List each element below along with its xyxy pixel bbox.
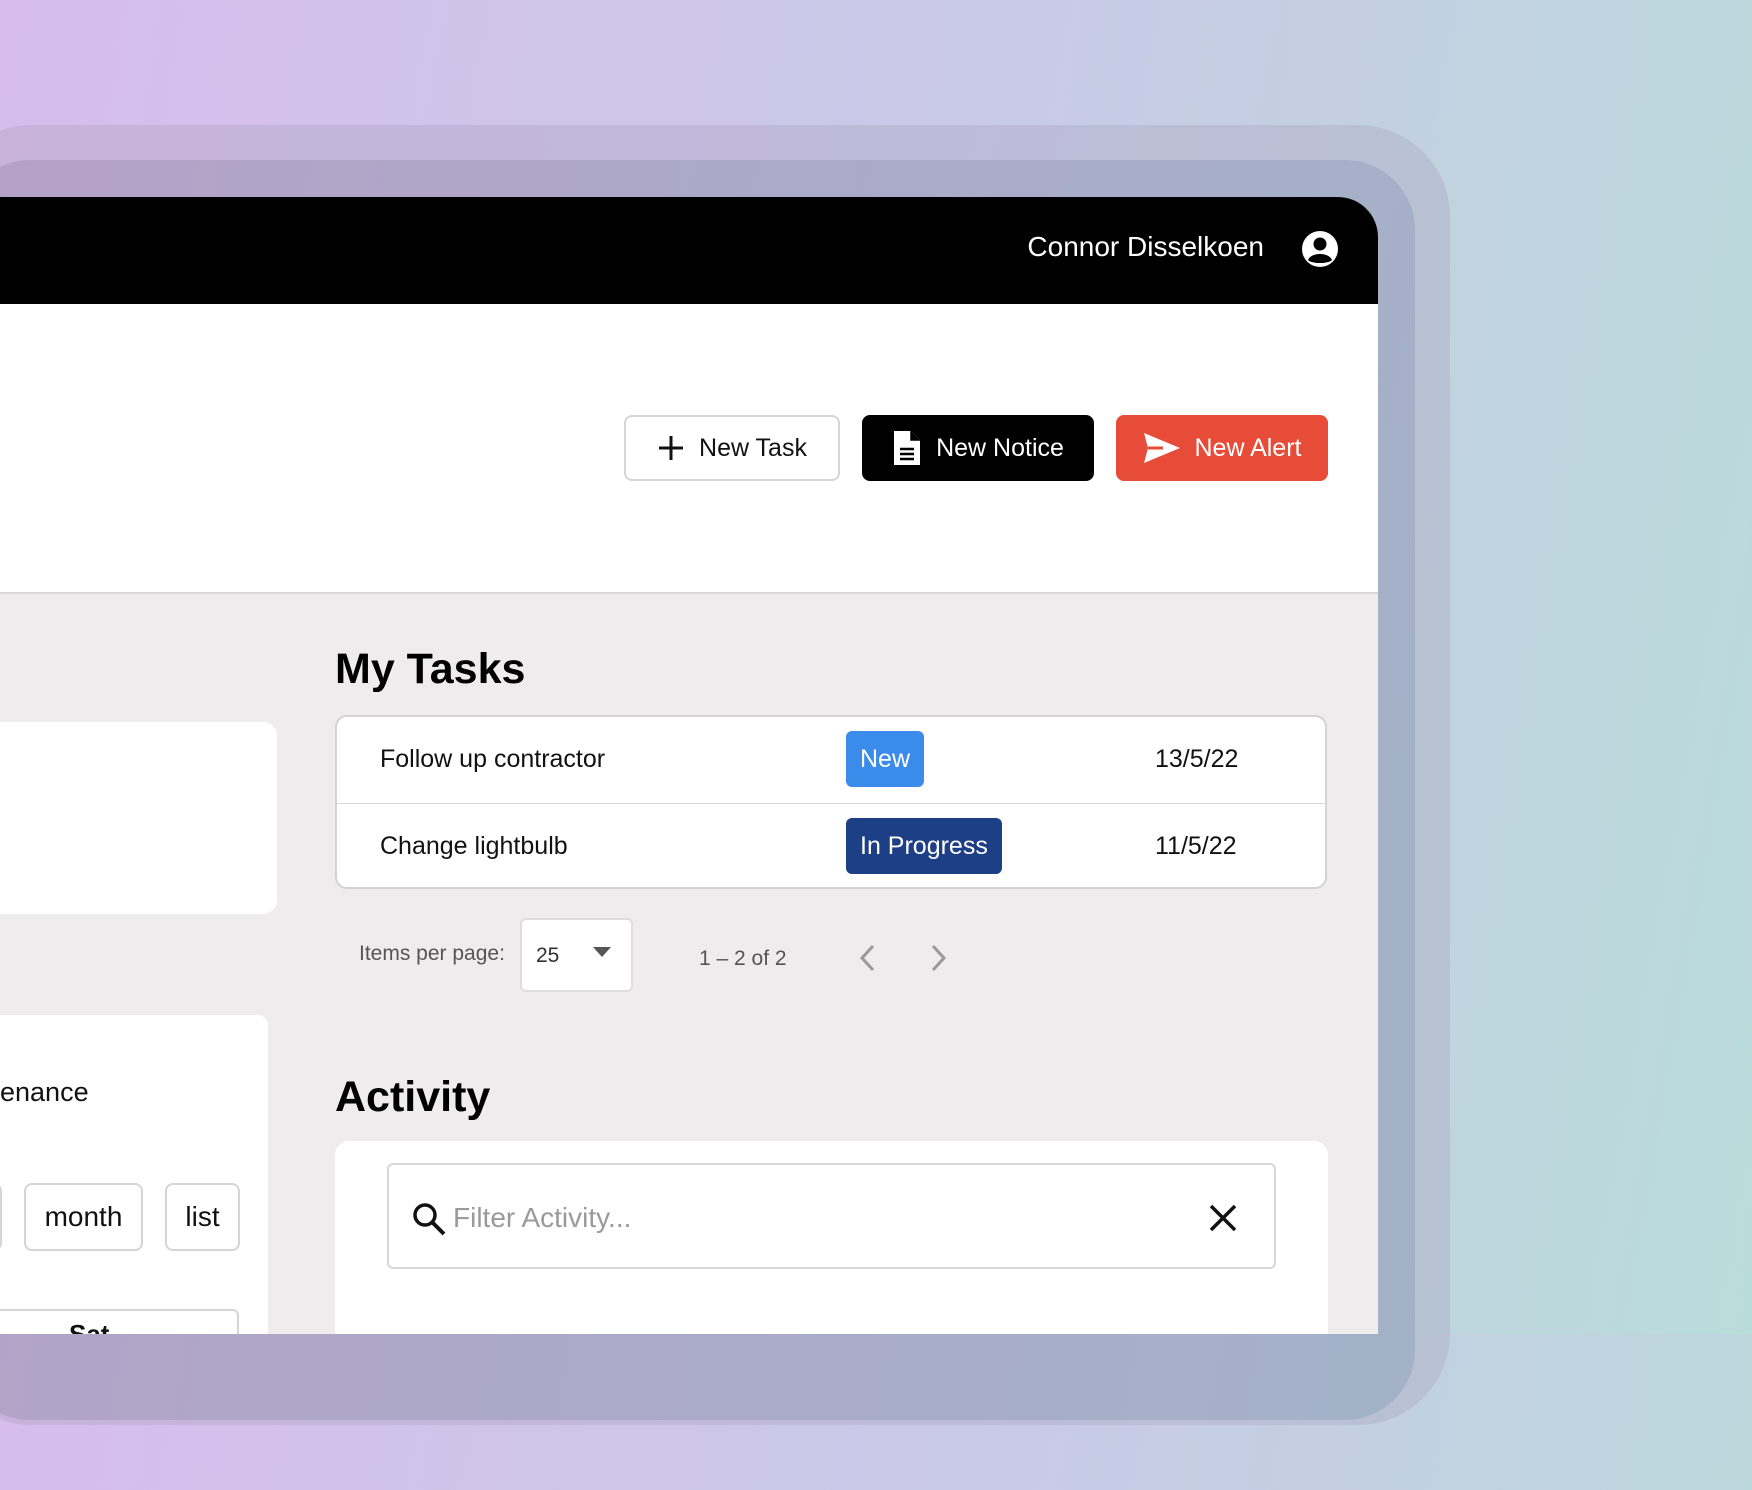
calendar-card <box>0 1015 268 1334</box>
calendar-list-label: list <box>185 1201 220 1232</box>
user-account-icon[interactable] <box>1300 229 1340 269</box>
my-tasks-title: My Tasks <box>335 645 526 693</box>
document-icon <box>894 431 921 465</box>
activity-filter-input[interactable] <box>451 1195 1195 1241</box>
items-per-page-label: Items per page: <box>359 942 505 965</box>
plus-icon <box>659 436 684 460</box>
new-notice-button[interactable]: New Notice <box>862 415 1094 481</box>
calendar-list-button[interactable]: list <box>165 1183 240 1251</box>
calendar-title-fragment: enance <box>0 1077 89 1107</box>
new-alert-label: New Alert <box>1194 433 1302 462</box>
new-notice-label: New Notice <box>936 433 1064 462</box>
task-name: Change lightbulb <box>380 832 568 860</box>
task-date: 11/5/22 <box>1155 832 1237 860</box>
calendar-month-label: month <box>44 1201 123 1232</box>
table-row[interactable]: Follow up contractor New 13/5/22 <box>337 717 1325 804</box>
action-toolbar: New Task New Notice New Alert <box>0 304 1378 594</box>
new-task-label: New Task <box>699 433 807 462</box>
items-per-page-value: 25 <box>536 944 560 967</box>
status-badge: In Progress <box>846 818 1002 874</box>
chevron-left-icon[interactable] <box>856 942 880 974</box>
calendar-day-sat: Sat <box>69 1319 110 1334</box>
close-icon[interactable] <box>1208 1203 1238 1233</box>
items-per-page-select[interactable]: 25 <box>520 918 633 992</box>
top-navigation-bar: Connor Disselkoen <box>0 197 1378 304</box>
left-summary-card <box>0 722 277 914</box>
activity-card <box>335 1141 1328 1334</box>
task-date: 13/5/22 <box>1155 745 1239 773</box>
tasks-table: Follow up contractor New 13/5/22 Change … <box>335 715 1327 889</box>
send-icon <box>1143 433 1180 463</box>
activity-title: Activity <box>335 1073 491 1121</box>
pagination-range: 1 – 2 of 2 <box>699 947 787 970</box>
app-screen: Connor Disselkoen New Task New Notice Ne… <box>0 197 1378 1334</box>
new-alert-button[interactable]: New Alert <box>1116 415 1328 481</box>
new-task-button[interactable]: New Task <box>624 415 840 481</box>
status-badge: New <box>846 731 925 787</box>
task-name: Follow up contractor <box>380 745 606 773</box>
calendar-view-button-partial[interactable] <box>0 1183 2 1251</box>
user-name: Connor Disselkoen <box>1027 231 1264 262</box>
calendar-day-header <box>0 1309 239 1334</box>
activity-filter <box>387 1163 1276 1269</box>
table-row[interactable]: Change lightbulb In Progress 11/5/22 <box>337 804 1325 887</box>
chevron-right-icon[interactable] <box>926 942 950 974</box>
caret-down-icon <box>593 947 611 957</box>
calendar-month-button[interactable]: month <box>24 1183 143 1251</box>
search-icon <box>413 1203 446 1236</box>
